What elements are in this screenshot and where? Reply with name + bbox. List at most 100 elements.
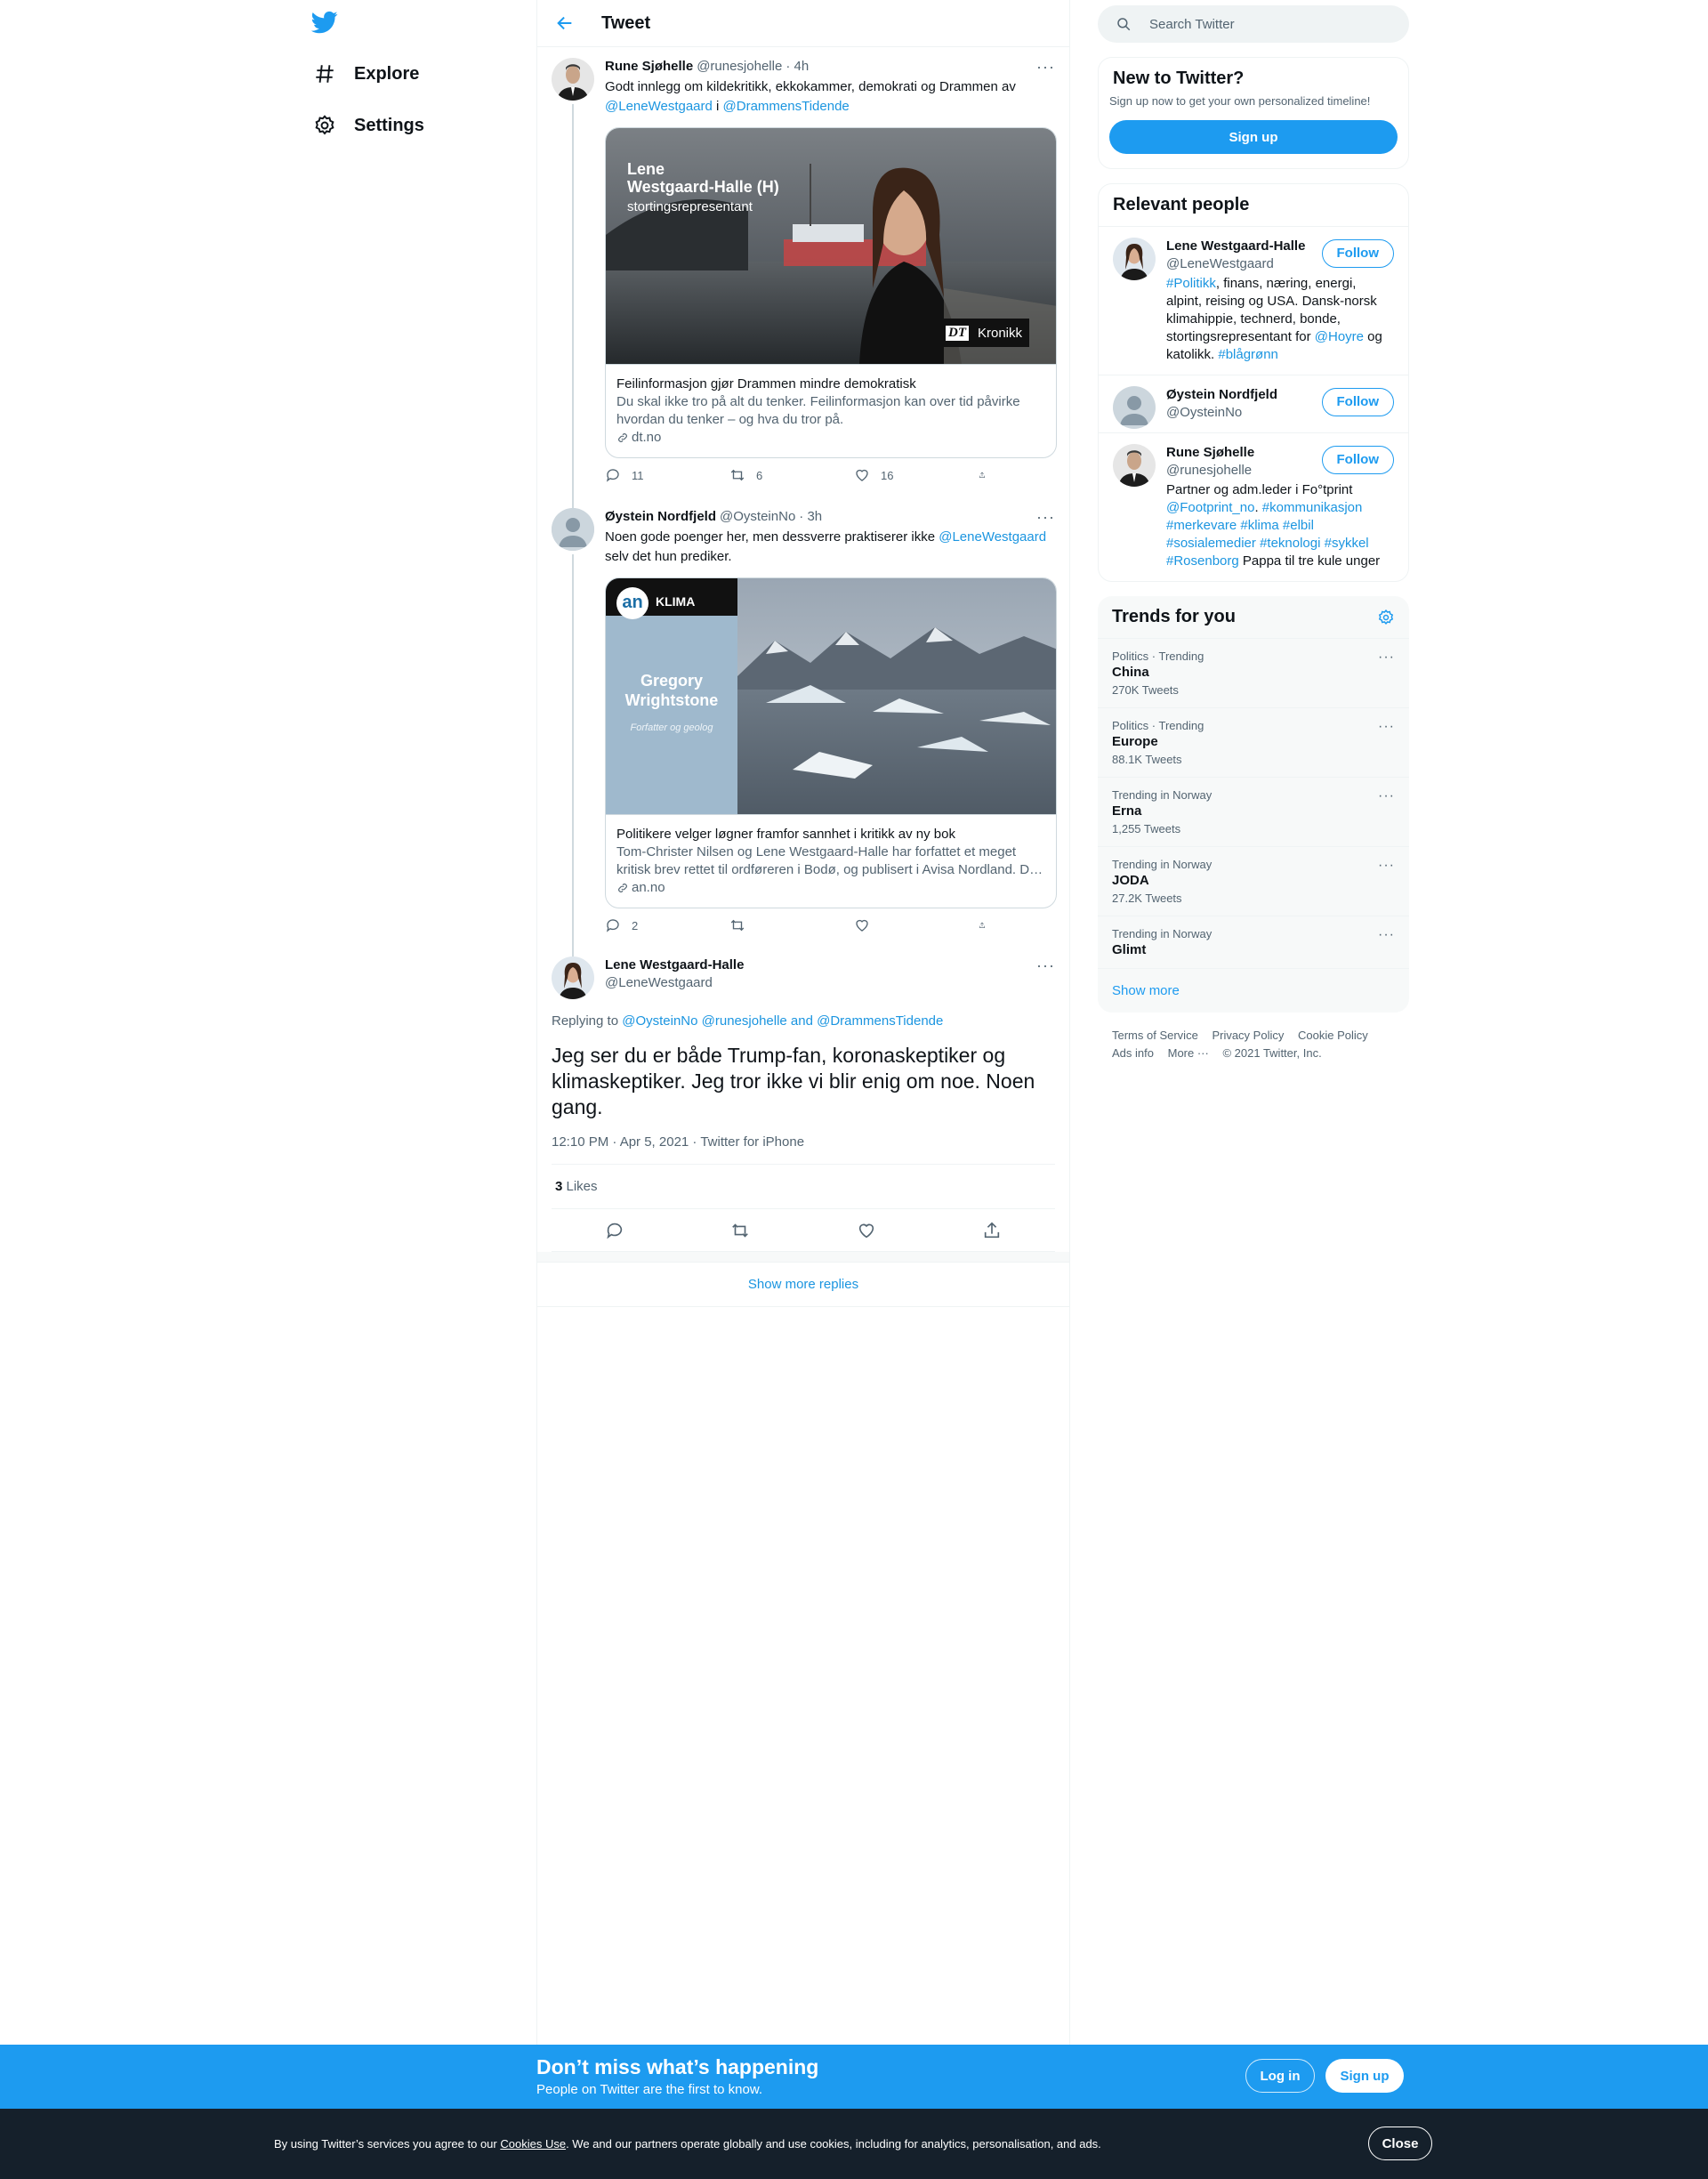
more-options-icon[interactable]: ··· [1378, 858, 1395, 874]
like-button[interactable] [854, 917, 943, 933]
privacy-link[interactable]: Privacy Policy [1212, 1029, 1284, 1042]
mention-link[interactable]: @LeneWestgaard [939, 529, 1046, 545]
likes-summary[interactable]: 3 Likes [552, 1165, 1055, 1209]
close-button[interactable]: Close [1368, 2127, 1432, 2160]
author-handle[interactable]: @OysteinNo [720, 508, 795, 526]
retweet-button[interactable]: 6 [729, 467, 818, 483]
avatar[interactable] [1113, 238, 1156, 280]
follow-button[interactable]: Follow [1321, 446, 1394, 474]
avatar[interactable] [552, 58, 594, 101]
avatar[interactable] [552, 508, 594, 551]
avatar[interactable] [1113, 386, 1156, 429]
tweet-text-part: selv det hun prediker. [605, 549, 732, 564]
cookie-banner: By using Twitter’s services you agree to… [0, 2109, 1708, 2179]
sign-up-button[interactable]: Sign up [1109, 120, 1398, 154]
share-button[interactable] [979, 917, 996, 933]
reply-button[interactable]: 11 [605, 467, 694, 483]
trends-header: Trends for you [1098, 596, 1409, 638]
hashtag-link[interactable]: #sykkel [1325, 536, 1369, 551]
hashtag-link[interactable]: #merkevare [1166, 518, 1237, 533]
cookies-use-link[interactable]: Cookies Use [500, 2137, 566, 2151]
main-column: Tweet Rune Sjøhelle @runesjohelle · 4h ·… [536, 0, 1070, 2046]
person-card[interactable]: Øystein Nordfjeld @OysteinNo Follow [1099, 375, 1408, 432]
mention-link[interactable]: @LeneWestgaard [605, 99, 713, 114]
avatar[interactable] [552, 956, 594, 999]
avatar-rune-image [552, 58, 594, 101]
hashtag-link[interactable]: #Rosenborg [1166, 553, 1239, 569]
log-in-button[interactable]: Log in [1245, 2059, 1315, 2093]
trend-meta: Trending in Norway [1112, 788, 1213, 802]
gear-icon[interactable] [1377, 609, 1395, 626]
hashtag-link[interactable]: #elbil [1283, 518, 1314, 533]
tweet-timestamp[interactable]: 12:10 PM · Apr 5, 2021 · Twitter for iPh… [552, 1134, 1055, 1165]
trend-item[interactable]: Trending in Norway Erna 1,255 Tweets ··· [1098, 777, 1409, 846]
trend-item[interactable]: Trending in Norway JODA 27.2K Tweets ··· [1098, 846, 1409, 916]
share-button[interactable] [979, 467, 996, 483]
tweet-time[interactable]: · 4h [786, 58, 809, 76]
more-link[interactable]: More ··· [1168, 1046, 1209, 1060]
kronikk-badge: DT Kronikk [939, 319, 1030, 347]
more-options-icon[interactable]: ··· [1036, 508, 1055, 526]
ads-info-link[interactable]: Ads info [1112, 1046, 1154, 1060]
card-body: Politikere velger løgner framfor sannhet… [606, 814, 1056, 908]
cookie-policy-link[interactable]: Cookie Policy [1298, 1029, 1368, 1042]
like-button[interactable]: 16 [854, 467, 943, 483]
card-overlay-role: Forfatter og geolog [630, 722, 713, 733]
bio-text: Partner og adm.leder i Fo°tprint [1166, 482, 1353, 497]
show-more-trends-link[interactable]: Show more [1098, 968, 1409, 1013]
twitter-logo-icon[interactable] [311, 9, 338, 36]
show-more-replies-button[interactable]: Show more replies [537, 1263, 1069, 1307]
hashtag-link[interactable]: #kommunikasjon [1262, 500, 1363, 515]
author-name[interactable]: Rune Sjøhelle [605, 58, 693, 76]
hashtag-link[interactable]: #Politikk [1166, 276, 1216, 291]
person-card[interactable]: Lene Westgaard-Halle @LeneWestgaard Foll… [1099, 226, 1408, 375]
author-name[interactable]: Øystein Nordfjeld [605, 508, 716, 526]
more-options-icon[interactable]: ··· [1036, 58, 1055, 76]
nav-explore[interactable]: Explore [313, 56, 419, 92]
trend-item[interactable]: Politics · Trending Europe 88.1K Tweets … [1098, 707, 1409, 777]
follow-button[interactable]: Follow [1321, 388, 1394, 416]
hashtag-link[interactable]: #teknologi [1260, 536, 1320, 551]
replying-to-links[interactable]: @OysteinNo @runesjohelle and @DrammensTi… [622, 1013, 943, 1029]
hashtag-link[interactable]: #blågrønn [1218, 347, 1278, 362]
retweet-button[interactable] [729, 917, 818, 933]
search-input[interactable]: Search Twitter [1098, 5, 1409, 43]
person-bio: Partner og adm.leder i Fo°tprint @Footpr… [1166, 481, 1394, 570]
link-card[interactable]: an KLIMA Gregory Wrightstone Forfatter o… [605, 577, 1057, 908]
trend-name: Erna [1112, 803, 1142, 819]
reply-button[interactable]: 2 [605, 917, 694, 933]
more-options-icon[interactable]: ··· [1378, 788, 1395, 804]
thread-line [572, 104, 574, 513]
more-options-icon[interactable]: ··· [1378, 927, 1395, 943]
person-card[interactable]: Rune Sjøhelle @runesjohelle Follow Partn… [1099, 432, 1408, 581]
nav-settings[interactable]: Settings [313, 108, 424, 143]
tweet-oystein[interactable]: Øystein Nordfjeld @OysteinNo · 3h ··· No… [537, 501, 1069, 981]
mention-link[interactable]: @Footprint_no [1166, 500, 1254, 515]
more-options-icon[interactable]: ··· [1036, 956, 1055, 974]
more-options-icon[interactable]: ··· [1378, 650, 1395, 666]
hashtag-link[interactable]: #sosialemedier [1166, 536, 1256, 551]
mention-link[interactable]: @Hoyre [1315, 329, 1364, 344]
terms-link[interactable]: Terms of Service [1112, 1029, 1198, 1042]
avatar[interactable] [1113, 444, 1156, 487]
trend-item[interactable]: Trending in Norway Glimt ··· [1098, 916, 1409, 968]
heart-icon[interactable] [857, 1221, 876, 1240]
tweet-time[interactable]: · 3h [799, 508, 822, 526]
tweet-rune[interactable]: Rune Sjøhelle @runesjohelle · 4h ··· God… [537, 47, 1069, 513]
hashtag-link[interactable]: #klima [1240, 518, 1278, 533]
follow-button[interactable]: Follow [1321, 239, 1394, 268]
retweet-icon[interactable] [730, 1221, 750, 1240]
share-icon[interactable] [982, 1221, 1002, 1240]
sign-up-button[interactable]: Sign up [1325, 2059, 1404, 2093]
card-overlay-line: Gregory [640, 672, 704, 690]
tweet-text-part: i [712, 99, 723, 114]
link-card[interactable]: Lene Westgaard-Halle (H) stortingsrepres… [605, 127, 1057, 458]
reply-icon[interactable] [605, 1221, 624, 1240]
more-options-icon[interactable]: ··· [1378, 719, 1395, 735]
author-name[interactable]: Lene Westgaard-Halle [605, 956, 1055, 974]
author-handle[interactable]: @LeneWestgaard [605, 974, 1055, 992]
mention-link[interactable]: @DrammensTidende [723, 99, 850, 114]
author-handle[interactable]: @runesjohelle [697, 58, 782, 76]
back-arrow-icon[interactable] [555, 13, 575, 33]
trend-item[interactable]: Politics · Trending China 270K Tweets ··… [1098, 638, 1409, 707]
